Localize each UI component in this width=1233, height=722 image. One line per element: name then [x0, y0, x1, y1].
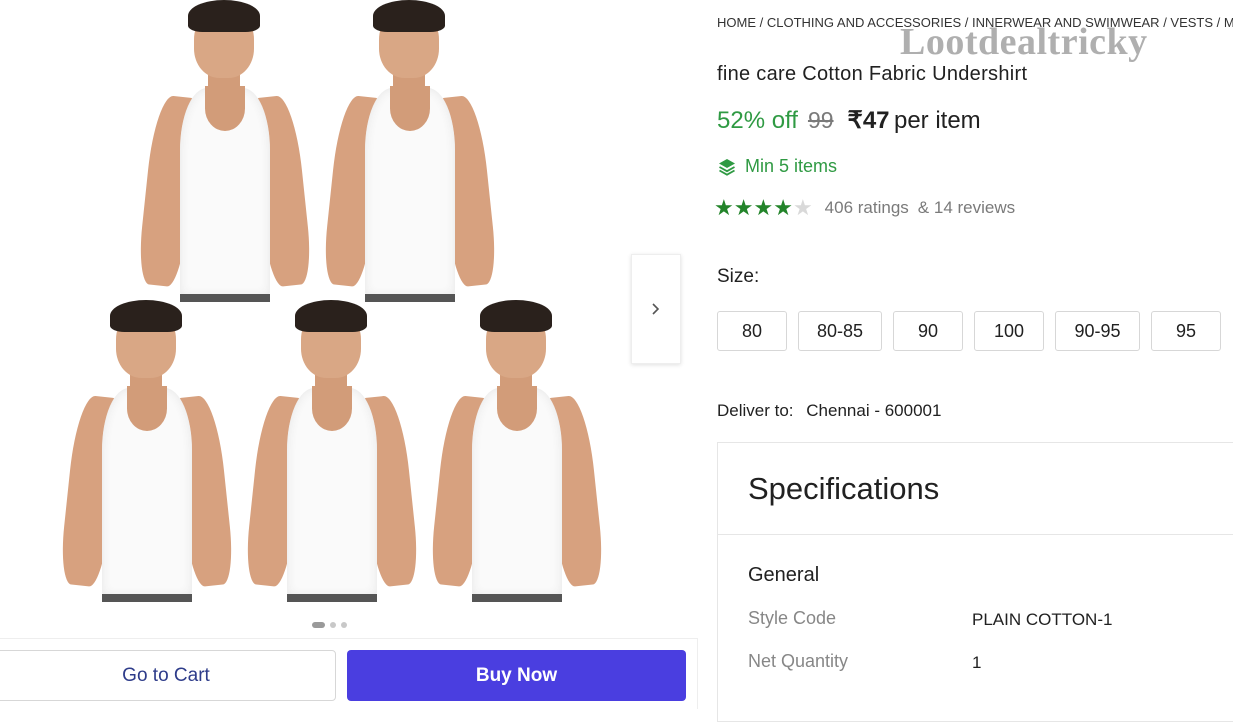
- spec-value: PLAIN COTTON-1: [972, 610, 1113, 629]
- price-row: 52% off 99 ₹47 per item: [717, 106, 981, 135]
- reviews-count: & 14 reviews: [917, 198, 1016, 217]
- star-filled-icon: ★: [714, 195, 734, 220]
- delivery-label: Deliver to:: [717, 401, 794, 420]
- rating-summary[interactable]: ★ ★ ★ ★ ★ 406 ratings & 14 reviews: [714, 197, 1015, 219]
- rating-stars: ★ ★ ★ ★ ★: [714, 197, 813, 219]
- star-filled-icon: ★: [773, 195, 793, 220]
- product-title: fine care Cotton Fabric Undershirt: [717, 63, 1028, 85]
- selling-price: ₹47: [847, 107, 890, 134]
- image-pagination-dots: [312, 622, 347, 628]
- breadcrumb-item[interactable]: HOME: [717, 15, 756, 30]
- pagination-dot[interactable]: [330, 622, 336, 628]
- breadcrumb-item[interactable]: VESTS: [1170, 15, 1213, 30]
- star-empty-icon: ★: [792, 195, 813, 220]
- original-price: 99: [807, 107, 834, 133]
- next-image-button[interactable]: [631, 254, 681, 364]
- size-label: Size:: [717, 266, 760, 287]
- go-to-cart-button[interactable]: Go to Cart: [0, 650, 336, 701]
- model-figure: [315, 0, 505, 305]
- size-option-button[interactable]: 80-85: [798, 311, 882, 351]
- star-filled-icon: ★: [733, 195, 754, 220]
- ratings-count: 406 ratings: [824, 198, 909, 217]
- watermark: Lootdealtricky: [900, 21, 1148, 63]
- delivery-location[interactable]: Deliver to: Chennai - 600001: [717, 401, 941, 421]
- size-options: 80 80-85 90 100 90-95 95: [717, 311, 1221, 351]
- breadcrumb-item[interactable]: MEN: [1224, 15, 1233, 30]
- model-figure: [237, 300, 427, 605]
- price-unit: per item: [893, 107, 981, 134]
- min-items-text: Min 5 items: [745, 156, 838, 176]
- spec-value: 1: [972, 653, 982, 672]
- delivery-city: Chennai - 600001: [806, 401, 942, 420]
- specifications-card: Specifications General Style Code PLAIN …: [717, 442, 1233, 722]
- chevron-right-icon: [652, 303, 660, 315]
- discount-text: 52% off: [717, 107, 798, 134]
- size-option-button[interactable]: 90-95: [1055, 311, 1140, 351]
- pagination-dot-active[interactable]: [312, 622, 325, 628]
- spec-key: Net Quantity: [748, 651, 849, 671]
- pagination-dot[interactable]: [341, 622, 347, 628]
- action-bar: Go to Cart Buy Now: [0, 638, 698, 709]
- spec-key: Style Code: [748, 608, 837, 628]
- divider: [718, 534, 1233, 535]
- size-option-button[interactable]: 90: [893, 311, 963, 351]
- model-figure: [52, 300, 242, 605]
- spec-group-title: General: [748, 564, 820, 586]
- model-figure: [422, 300, 612, 605]
- product-image[interactable]: [0, 0, 620, 610]
- size-option-button[interactable]: 100: [974, 311, 1044, 351]
- product-image-gallery[interactable]: [0, 0, 700, 640]
- specifications-title: Specifications: [748, 471, 940, 506]
- size-option-button[interactable]: 95: [1151, 311, 1221, 351]
- buy-now-button[interactable]: Buy Now: [347, 650, 686, 701]
- star-filled-icon: ★: [753, 195, 774, 220]
- min-items-badge: Min 5 items: [717, 156, 837, 177]
- size-option-button[interactable]: 80: [717, 311, 787, 351]
- layers-icon: [719, 158, 735, 176]
- model-figure: [130, 0, 320, 305]
